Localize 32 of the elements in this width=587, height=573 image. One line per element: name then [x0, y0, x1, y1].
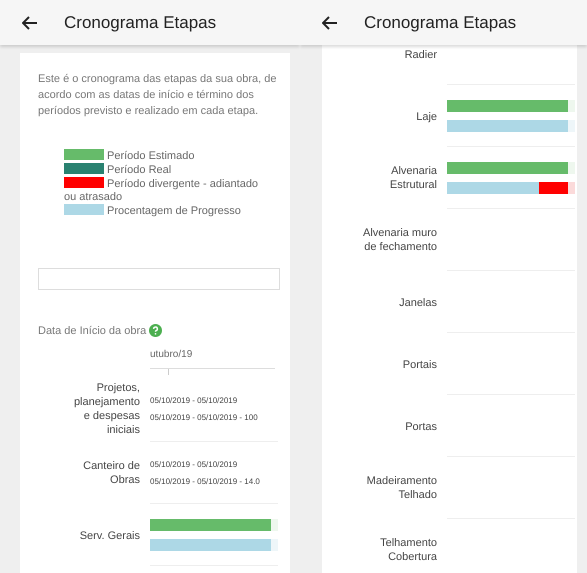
stage-name: Canteiro de Obras	[82, 458, 140, 486]
date-range: 05/10/2019 - 05/10/2019 - 100	[150, 412, 259, 422]
stage-name: Laje	[416, 110, 437, 124]
date-range: 05/10/2019 - 05/10/2019	[150, 396, 238, 404]
stage-name: Radier	[404, 48, 437, 62]
month-label: utubro/19	[150, 349, 194, 360]
stage-name: Portais	[402, 358, 437, 372]
date-range: 05/10/2019 - 05/10/2019 - 14.0	[150, 476, 261, 486]
stage-name: Telhamento Cobertura	[379, 536, 437, 564]
screen-title: Cronograma Etapas	[64, 12, 216, 32]
stage-name: Portas	[405, 420, 437, 434]
back-button[interactable]	[22, 16, 38, 30]
intro-text: Este é o cronograma das etapas da sua obra, de acordo com as datas de início e término dos períodos previsto e realizado em cada etapa.	[38, 72, 278, 119]
stage-name: Serv. Gerais	[80, 529, 140, 543]
help-icon[interactable]	[149, 324, 162, 337]
screen-title: Cronograma Etapas	[364, 12, 516, 32]
input-field[interactable]	[38, 268, 280, 290]
legend-label: Procentagem de Progresso	[107, 205, 241, 217]
stage-name: Madeiramento Telhado	[366, 474, 437, 502]
legend-label: Período divergente - adiantado ou atrasado	[64, 178, 258, 203]
legend-label: Período Estimado	[107, 150, 194, 162]
legend-label: Período Real	[107, 164, 172, 176]
stage-name: Alvenaria muro de fechamento	[363, 226, 437, 254]
stage-name: Janelas	[399, 296, 437, 310]
date-range: 05/10/2019 - 05/10/2019	[150, 460, 238, 468]
divergent-bar	[538, 182, 568, 194]
back-arrow-icon	[22, 16, 38, 30]
back-button[interactable]	[322, 16, 338, 30]
stage-name: Alvenaria Estrutural	[388, 164, 437, 192]
stage-name: Projetos, planejamento e despesas iniciais	[72, 380, 140, 436]
start-date-label: Data de Início da obra	[38, 324, 146, 336]
back-arrow-icon	[322, 16, 338, 30]
